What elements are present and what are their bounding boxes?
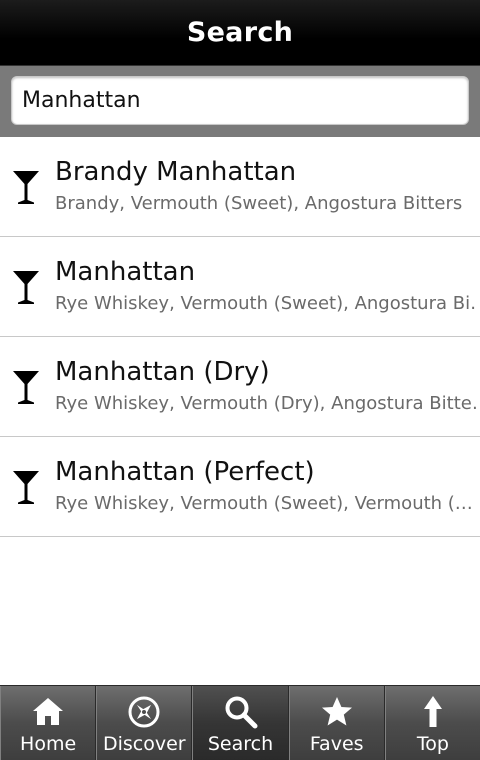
cocktail-name: Manhattan (Perfect) bbox=[55, 457, 315, 487]
up-arrow-icon bbox=[423, 696, 442, 727]
title-bar: Search bbox=[0, 0, 480, 66]
cocktail-ingredients: Brandy, Vermouth (Sweet), Angostura Bitt… bbox=[55, 193, 463, 214]
tab-top[interactable]: Top bbox=[384, 686, 480, 760]
cocktail-name: Manhattan (Dry) bbox=[55, 357, 270, 387]
result-row[interactable]: Manhattan (Dry) Rye Whiskey, Vermouth (D… bbox=[0, 337, 480, 437]
cocktail-glass-icon bbox=[13, 471, 39, 504]
result-row[interactable]: Manhattan (Perfect) Rye Whiskey, Vermout… bbox=[0, 437, 480, 537]
result-row[interactable]: Brandy Manhattan Brandy, Vermouth (Sweet… bbox=[0, 137, 480, 237]
cocktail-ingredients: Rye Whiskey, Vermouth (Sweet), Vermouth … bbox=[55, 493, 473, 514]
tab-label: Home bbox=[20, 733, 77, 755]
tab-faves[interactable]: Faves bbox=[288, 686, 385, 760]
star-icon bbox=[321, 697, 352, 726]
magnifier-icon bbox=[225, 696, 257, 729]
cocktail-glass-icon bbox=[13, 171, 39, 204]
tab-label: Search bbox=[207, 733, 274, 755]
tab-label: Top bbox=[416, 733, 449, 755]
compass-icon bbox=[128, 696, 160, 728]
tab-label: Faves bbox=[309, 733, 364, 755]
search-bar bbox=[0, 66, 480, 137]
cocktail-name: Manhattan bbox=[55, 257, 196, 287]
cocktail-name: Brandy Manhattan bbox=[55, 157, 297, 187]
home-icon bbox=[33, 698, 64, 725]
search-input[interactable] bbox=[11, 76, 469, 125]
tab-home[interactable]: Home bbox=[0, 686, 97, 760]
tab-discover[interactable]: Discover bbox=[96, 686, 193, 760]
tab-label: Discover bbox=[102, 733, 186, 755]
cocktail-glass-icon bbox=[13, 371, 39, 404]
tab-search[interactable]: Search bbox=[192, 686, 289, 760]
cocktail-ingredients: Rye Whiskey, Vermouth (Dry), Angostura B… bbox=[55, 393, 478, 414]
results-list: Brandy Manhattan Brandy, Vermouth (Sweet… bbox=[0, 137, 480, 537]
page-title: Search bbox=[186, 17, 294, 48]
cocktail-glass-icon bbox=[13, 271, 39, 304]
cocktail-ingredients: Rye Whiskey, Vermouth (Sweet), Angostura… bbox=[55, 293, 478, 314]
bottom-tab-bar: Home Discover Search Faves Top bbox=[0, 685, 480, 760]
result-row[interactable]: Manhattan Rye Whiskey, Vermouth (Sweet),… bbox=[0, 237, 480, 337]
